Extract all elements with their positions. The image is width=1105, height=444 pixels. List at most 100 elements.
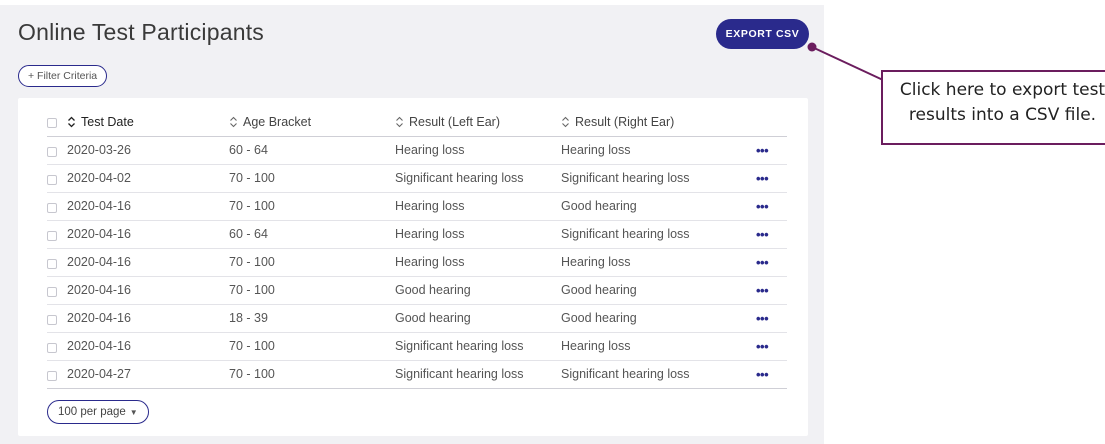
cell-test-date: 2020-04-16 [67,248,229,277]
table-row: 2020-04-16 18 - 39 Good hearing Good hearin… [47,304,787,333]
row-checkbox-cell [47,304,67,333]
row-checkbox[interactable] [47,370,57,381]
row-actions-cell: ••• [756,136,787,165]
main-panel: Online Test Participants EXPORT CSV + Fi… [0,5,824,444]
row-actions-cell: ••• [756,360,787,389]
cell-result-right: Hearing loss [561,136,756,165]
cell-test-date: 2020-03-26 [67,136,229,165]
table-row: 2020-04-16 70 - 100 Significant hearing lo… [47,332,787,361]
cell-age-bracket: 70 - 100 [229,248,395,277]
column-header-result-right[interactable]: Result (Right Ear) [561,108,756,137]
row-checkbox-cell [47,360,67,389]
row-checkbox[interactable] [47,174,57,185]
table-row: 2020-04-16 70 - 100 Hearing loss Hearing lo… [47,248,787,277]
cell-age-bracket: 18 - 39 [229,304,395,333]
cell-result-left: Significant hearing loss [395,164,561,193]
page-title: Online Test Participants [18,19,264,45]
sort-icon [230,117,237,128]
cell-result-right: Significant hearing loss [561,220,756,249]
filter-criteria-label: + Filter Criteria [28,70,98,82]
row-checkbox[interactable] [47,314,57,325]
cell-result-left: Good hearing [395,304,561,333]
cell-test-date: 2020-04-16 [67,220,229,249]
cell-result-right: Significant hearing loss [561,164,756,193]
column-label: Age Bracket [243,114,312,129]
cell-test-date: 2020-04-16 [67,276,229,305]
cell-result-left: Significant hearing loss [395,360,561,389]
cell-result-left: Hearing loss [395,220,561,249]
cell-result-left: Significant hearing loss [395,332,561,361]
row-checkbox[interactable] [47,146,57,157]
cell-age-bracket: 60 - 64 [229,220,395,249]
table-body: 2020-03-26 60 - 64 Hearing loss Hearing los… [47,136,787,389]
export-csv-button[interactable]: EXPORT CSV [716,19,809,49]
cell-test-date: 2020-04-16 [67,192,229,221]
row-actions-cell: ••• [756,192,787,221]
cell-age-bracket: 60 - 64 [229,136,395,165]
more-horizontal-icon[interactable]: ••• [756,171,769,186]
results-card: Test Date Age Bracket Result (Left Ear) … [18,98,808,436]
row-actions-cell: ••• [756,332,787,361]
column-label: Result (Left Ear) [409,114,501,129]
caret-down-icon: ▼ [129,407,138,417]
column-header-age-bracket[interactable]: Age Bracket [229,108,395,137]
row-checkbox-cell [47,192,67,221]
table-row: 2020-04-16 70 - 100 Good hearing Good heari… [47,276,787,305]
table-header-row: Test Date Age Bracket Result (Left Ear) … [47,108,787,137]
cell-age-bracket: 70 - 100 [229,164,395,193]
row-checkbox-cell [47,276,67,305]
header-checkbox-cell [47,108,67,137]
row-checkbox-cell [47,136,67,165]
more-horizontal-icon[interactable]: ••• [756,143,769,158]
row-checkbox-cell [47,248,67,277]
row-actions-cell: ••• [756,304,787,333]
row-checkbox[interactable] [47,202,57,213]
row-checkbox[interactable] [47,230,57,241]
cell-test-date: 2020-04-27 [67,360,229,389]
more-horizontal-icon[interactable]: ••• [756,227,769,242]
more-horizontal-icon[interactable]: ••• [756,339,769,354]
cell-result-right: Significant hearing loss [561,360,756,389]
sort-icon [396,117,403,128]
more-horizontal-icon[interactable]: ••• [756,199,769,214]
column-header-result-left[interactable]: Result (Left Ear) [395,108,561,137]
cell-result-right: Good hearing [561,192,756,221]
row-checkbox[interactable] [47,258,57,269]
header-actions-cell [756,108,787,137]
row-checkbox-cell [47,164,67,193]
row-checkbox[interactable] [47,342,57,353]
cell-age-bracket: 70 - 100 [229,192,395,221]
cell-result-left: Good hearing [395,276,561,305]
more-horizontal-icon[interactable]: ••• [756,255,769,270]
participants-table: Test Date Age Bracket Result (Left Ear) … [47,108,787,389]
row-actions-cell: ••• [756,164,787,193]
cell-result-left: Hearing loss [395,192,561,221]
cell-result-right: Good hearing [561,276,756,305]
row-checkbox-cell [47,332,67,361]
cell-result-right: Hearing loss [561,332,756,361]
cell-test-date: 2020-04-16 [67,304,229,333]
more-horizontal-icon[interactable]: ••• [756,311,769,326]
table-row: 2020-03-26 60 - 64 Hearing loss Hearing los… [47,136,787,165]
row-actions-cell: ••• [756,248,787,277]
column-label: Test Date [81,114,134,129]
filter-criteria-button[interactable]: + Filter Criteria [18,65,108,87]
export-callout: Click here to export test results into a… [881,70,1105,145]
sort-icon [562,117,569,128]
row-checkbox[interactable] [47,286,57,297]
table-row: 2020-04-02 70 - 100 Significant hearing lo… [47,164,787,193]
cell-result-right: Hearing loss [561,248,756,277]
per-page-select[interactable]: 100 per page ▼ [47,400,149,424]
row-checkbox-cell [47,220,67,249]
cell-age-bracket: 70 - 100 [229,276,395,305]
table-row: 2020-04-27 70 - 100 Significant hearing lo… [47,360,787,389]
more-horizontal-icon[interactable]: ••• [756,283,769,298]
more-horizontal-icon[interactable]: ••• [756,367,769,382]
row-actions-cell: ••• [756,276,787,305]
cell-result-left: Hearing loss [395,136,561,165]
select-all-checkbox[interactable] [47,118,57,129]
column-header-test-date[interactable]: Test Date [67,108,229,137]
callout-text-line-1: Click here to export test [899,80,1105,100]
cell-result-right: Good hearing [561,304,756,333]
sort-icon [68,117,75,128]
